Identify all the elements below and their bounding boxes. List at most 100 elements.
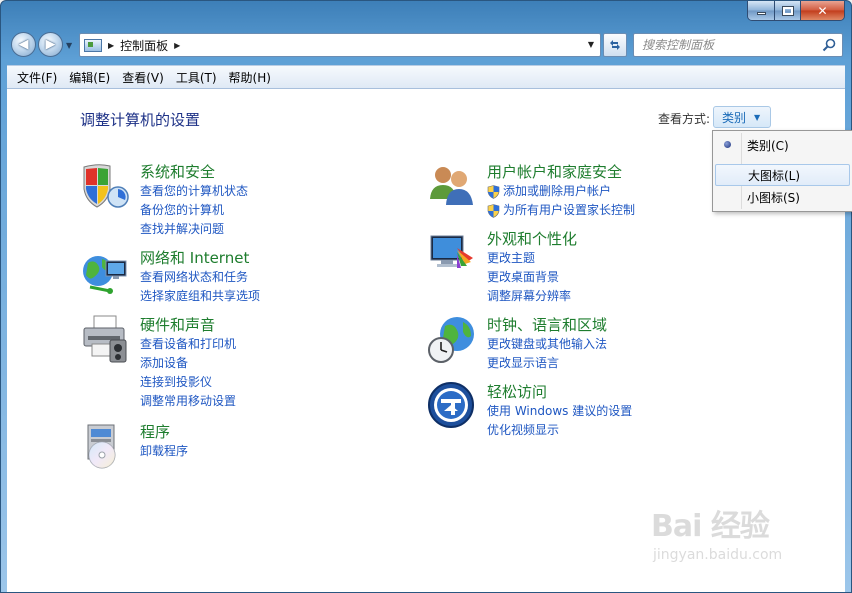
menu-item-large-icons[interactable]: 大图标(L)	[715, 164, 850, 186]
link-text: 添加或删除用户帐户	[503, 184, 612, 198]
link-display-language[interactable]: 更改显示语言	[487, 354, 607, 373]
address-history-dropdown[interactable]: ▼	[588, 40, 594, 49]
control-panel-icon	[84, 38, 102, 52]
menu-bar: 文件(F) 编辑(E) 查看(V) 工具(T) 帮助(H)	[7, 65, 845, 89]
category-title-users[interactable]: 用户帐户和家庭安全	[487, 161, 622, 182]
link-uninstall-program[interactable]: 卸载程序	[140, 442, 188, 461]
category-title-clock[interactable]: 时钟、语言和区域	[487, 314, 607, 335]
watermark-brand: Bai 经验	[651, 509, 770, 544]
category-title-hardware[interactable]: 硬件和声音	[140, 314, 215, 335]
link-change-theme[interactable]: 更改主题	[487, 249, 571, 268]
clock-globe-icon[interactable]	[427, 314, 477, 364]
menu-item-label: 类别(C)	[747, 138, 789, 153]
breadcrumb-arrow-icon[interactable]: ▶	[108, 41, 114, 50]
back-button[interactable]: ◀	[11, 32, 36, 57]
link-screen-resolution[interactable]: 调整屏幕分辨率	[487, 287, 571, 306]
link-connect-projector[interactable]: 连接到投影仪	[140, 373, 236, 392]
menu-item-category[interactable]: 类别(C)	[715, 134, 850, 156]
category-links-network: 查看网络状态和任务 选择家庭组和共享选项	[140, 268, 260, 306]
ease-of-access-icon[interactable]	[427, 381, 477, 431]
category-ease-of-access: 轻松访问 使用 Windows 建议的设置 优化视频显示	[427, 381, 757, 441]
programs-disc-icon[interactable]	[80, 421, 130, 471]
menu-help[interactable]: 帮助(H)	[223, 69, 277, 86]
uac-shield-icon	[487, 204, 500, 218]
category-title-appearance[interactable]: 外观和个性化	[487, 228, 577, 249]
recent-pages-dropdown[interactable]: ▼	[66, 41, 72, 50]
link-view-computer-status[interactable]: 查看您的计算机状态	[140, 182, 248, 201]
category-clock-language: 时钟、语言和区域 更改键盘或其他输入法 更改显示语言	[427, 314, 757, 374]
link-text: 为所有用户设置家长控制	[503, 203, 636, 217]
printer-icon[interactable]	[80, 314, 130, 364]
category-links-clock: 更改键盘或其他输入法 更改显示语言	[487, 335, 607, 373]
view-by-dropdown[interactable]: 类别 ▼	[713, 106, 771, 128]
search-input[interactable]	[634, 34, 814, 56]
category-title-programs[interactable]: 程序	[140, 421, 170, 442]
link-devices-printers[interactable]: 查看设备和打印机	[140, 335, 236, 354]
category-links-hardware: 查看设备和打印机 添加设备 连接到投影仪 调整常用移动设置	[140, 335, 236, 411]
watermark-url: jingyan.baidu.com	[653, 547, 783, 563]
category-programs: 程序 卸载程序	[80, 421, 380, 471]
link-recommended-settings[interactable]: 使用 Windows 建议的设置	[487, 402, 632, 421]
view-by-value: 类别	[722, 110, 747, 125]
close-button[interactable]: ✕	[800, 1, 844, 20]
display-palette-icon[interactable]	[427, 228, 477, 278]
link-troubleshoot[interactable]: 查找并解决问题	[140, 220, 248, 239]
search-box[interactable]	[633, 33, 843, 57]
menu-view[interactable]: 查看(V)	[116, 69, 170, 86]
category-user-accounts: 用户帐户和家庭安全 添加或删除用户帐户 为所有用户设置家长控制	[427, 161, 757, 221]
category-links-programs: 卸载程序	[140, 442, 188, 461]
category-links-appearance: 更改主题 更改桌面背景 调整屏幕分辨率	[487, 249, 571, 306]
selected-radio-icon	[724, 141, 731, 148]
link-desktop-background[interactable]: 更改桌面背景	[487, 268, 571, 287]
breadcrumb-arrow-icon[interactable]: ▶	[174, 41, 180, 50]
uac-shield-icon	[487, 185, 500, 199]
control-panel-window: ✕ ◀ ▶ ▼ ▶ 控制面板 ▶ ▼ 文件(F) 编辑(E)	[0, 0, 852, 593]
navigation-bar: ◀ ▶ ▼ ▶ 控制面板 ▶ ▼	[1, 29, 851, 61]
page-title: 调整计算机的设置	[80, 111, 201, 129]
category-links-users: 添加或删除用户帐户 为所有用户设置家长控制	[487, 182, 635, 220]
network-globe-icon[interactable]	[80, 247, 130, 297]
address-bar[interactable]: ▶ 控制面板 ▶ ▼	[79, 33, 601, 57]
link-mobility-settings[interactable]: 调整常用移动设置	[140, 392, 236, 411]
menu-item-small-icons[interactable]: 小图标(S)	[715, 186, 850, 208]
link-parental-controls[interactable]: 为所有用户设置家长控制	[487, 201, 635, 220]
chevron-down-icon: ▼	[754, 112, 761, 122]
menu-file[interactable]: 文件(F)	[11, 69, 63, 86]
category-links-access: 使用 Windows 建议的设置 优化视频显示	[487, 402, 632, 440]
maximize-button[interactable]	[774, 1, 800, 20]
menu-tools[interactable]: 工具(T)	[170, 69, 223, 86]
link-backup-computer[interactable]: 备份您的计算机	[140, 201, 248, 220]
category-links-system: 查看您的计算机状态 备份您的计算机 查找并解决问题	[140, 182, 248, 239]
link-keyboard-input[interactable]: 更改键盘或其他输入法	[487, 335, 607, 354]
link-add-device[interactable]: 添加设备	[140, 354, 236, 373]
minimize-icon	[756, 12, 766, 15]
search-icon[interactable]	[822, 38, 836, 52]
breadcrumb-control-panel[interactable]: 控制面板	[120, 37, 168, 54]
refresh-icon	[610, 40, 620, 50]
category-title-system[interactable]: 系统和安全	[140, 161, 215, 182]
maximize-icon	[781, 5, 794, 16]
minimize-button[interactable]	[748, 1, 774, 20]
category-appearance: 外观和个性化 更改主题 更改桌面背景 调整屏幕分辨率	[427, 228, 757, 308]
category-network-internet: 网络和 Internet 查看网络状态和任务 选择家庭组和共享选项	[80, 247, 380, 309]
category-title-access[interactable]: 轻松访问	[487, 381, 547, 402]
category-hardware-sound: 硬件和声音 查看设备和打印机 添加设备 连接到投影仪 调整常用移动设置	[80, 314, 380, 414]
category-system-security: 系统和安全 查看您的计算机状态 备份您的计算机 查找并解决问题	[80, 161, 380, 241]
baidu-watermark: Bai 经验 jingyan.baidu.com	[651, 495, 851, 585]
menu-edit[interactable]: 编辑(E)	[63, 69, 116, 86]
users-icon[interactable]	[427, 161, 477, 211]
menu-item-label: 大图标(L)	[748, 168, 801, 183]
link-add-remove-accounts[interactable]: 添加或删除用户帐户	[487, 182, 635, 201]
menu-item-label: 小图标(S)	[747, 190, 800, 205]
forward-button[interactable]: ▶	[38, 32, 63, 57]
back-arrow-icon: ◀	[18, 37, 29, 52]
refresh-button[interactable]	[603, 33, 627, 57]
link-optimize-visual[interactable]: 优化视频显示	[487, 421, 632, 440]
category-title-network[interactable]: 网络和 Internet	[140, 247, 249, 268]
view-by-label: 查看方式:	[658, 112, 711, 126]
link-network-status[interactable]: 查看网络状态和任务	[140, 268, 260, 287]
shield-icon[interactable]	[80, 161, 130, 211]
view-by-menu: 类别(C) 大图标(L) 小图标(S)	[712, 130, 852, 212]
close-icon: ✕	[817, 3, 828, 18]
link-homegroup-sharing[interactable]: 选择家庭组和共享选项	[140, 287, 260, 306]
